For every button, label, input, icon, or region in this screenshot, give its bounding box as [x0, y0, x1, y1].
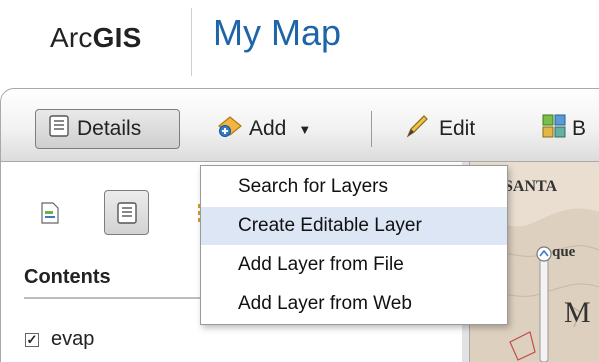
layer-visibility-checkbox[interactable]: ✓	[25, 332, 39, 347]
edit-label: Edit	[439, 117, 476, 140]
add-dropdown-menu: Search for Layers Create Editable Layer …	[200, 165, 508, 325]
contents-icon[interactable]	[104, 190, 149, 235]
logo-text-gis: GIS	[92, 22, 142, 53]
menu-item-search-for-layers[interactable]: Search for Layers	[201, 168, 507, 206]
basemap-label: B	[572, 117, 587, 140]
basemap-grid-icon	[542, 114, 566, 144]
toolbar: Details Add ▼ Edit B	[0, 88, 599, 162]
details-button[interactable]: Details	[35, 109, 180, 149]
map-label-santa: SANTA	[504, 178, 558, 195]
menu-item-create-editable-layer[interactable]: Create Editable Layer	[201, 207, 507, 245]
menu-item-add-layer-from-file[interactable]: Add Layer from File	[201, 246, 507, 284]
details-icon	[49, 115, 69, 143]
header-divider	[191, 8, 192, 76]
contents-heading: Contents	[24, 266, 111, 288]
menu-item-add-layer-from-web[interactable]: Add Layer from Web	[201, 285, 507, 323]
chevron-down-icon: ▼	[298, 121, 312, 137]
add-label: Add	[249, 117, 287, 140]
arcgis-logo[interactable]: ArcGIS	[50, 22, 141, 54]
about-icon[interactable]	[41, 202, 59, 229]
pencil-icon	[405, 113, 429, 145]
add-layer-icon	[217, 114, 243, 144]
map-title: My Map	[213, 12, 342, 53]
details-label: Details	[77, 117, 142, 140]
layer-item[interactable]: ✓ evap	[25, 328, 94, 351]
map-label-m: M	[564, 296, 591, 329]
map-label-que-right: que	[552, 244, 576, 260]
toolbar-separator	[371, 111, 372, 147]
logo-text-arc: Arc	[50, 22, 93, 53]
edit-button[interactable]: Edit	[405, 109, 475, 149]
app-header: ArcGIS My Map	[0, 0, 599, 82]
basemap-button[interactable]: B	[542, 109, 586, 149]
add-button[interactable]: Add ▼	[217, 109, 311, 149]
layer-label: evap	[51, 328, 95, 350]
